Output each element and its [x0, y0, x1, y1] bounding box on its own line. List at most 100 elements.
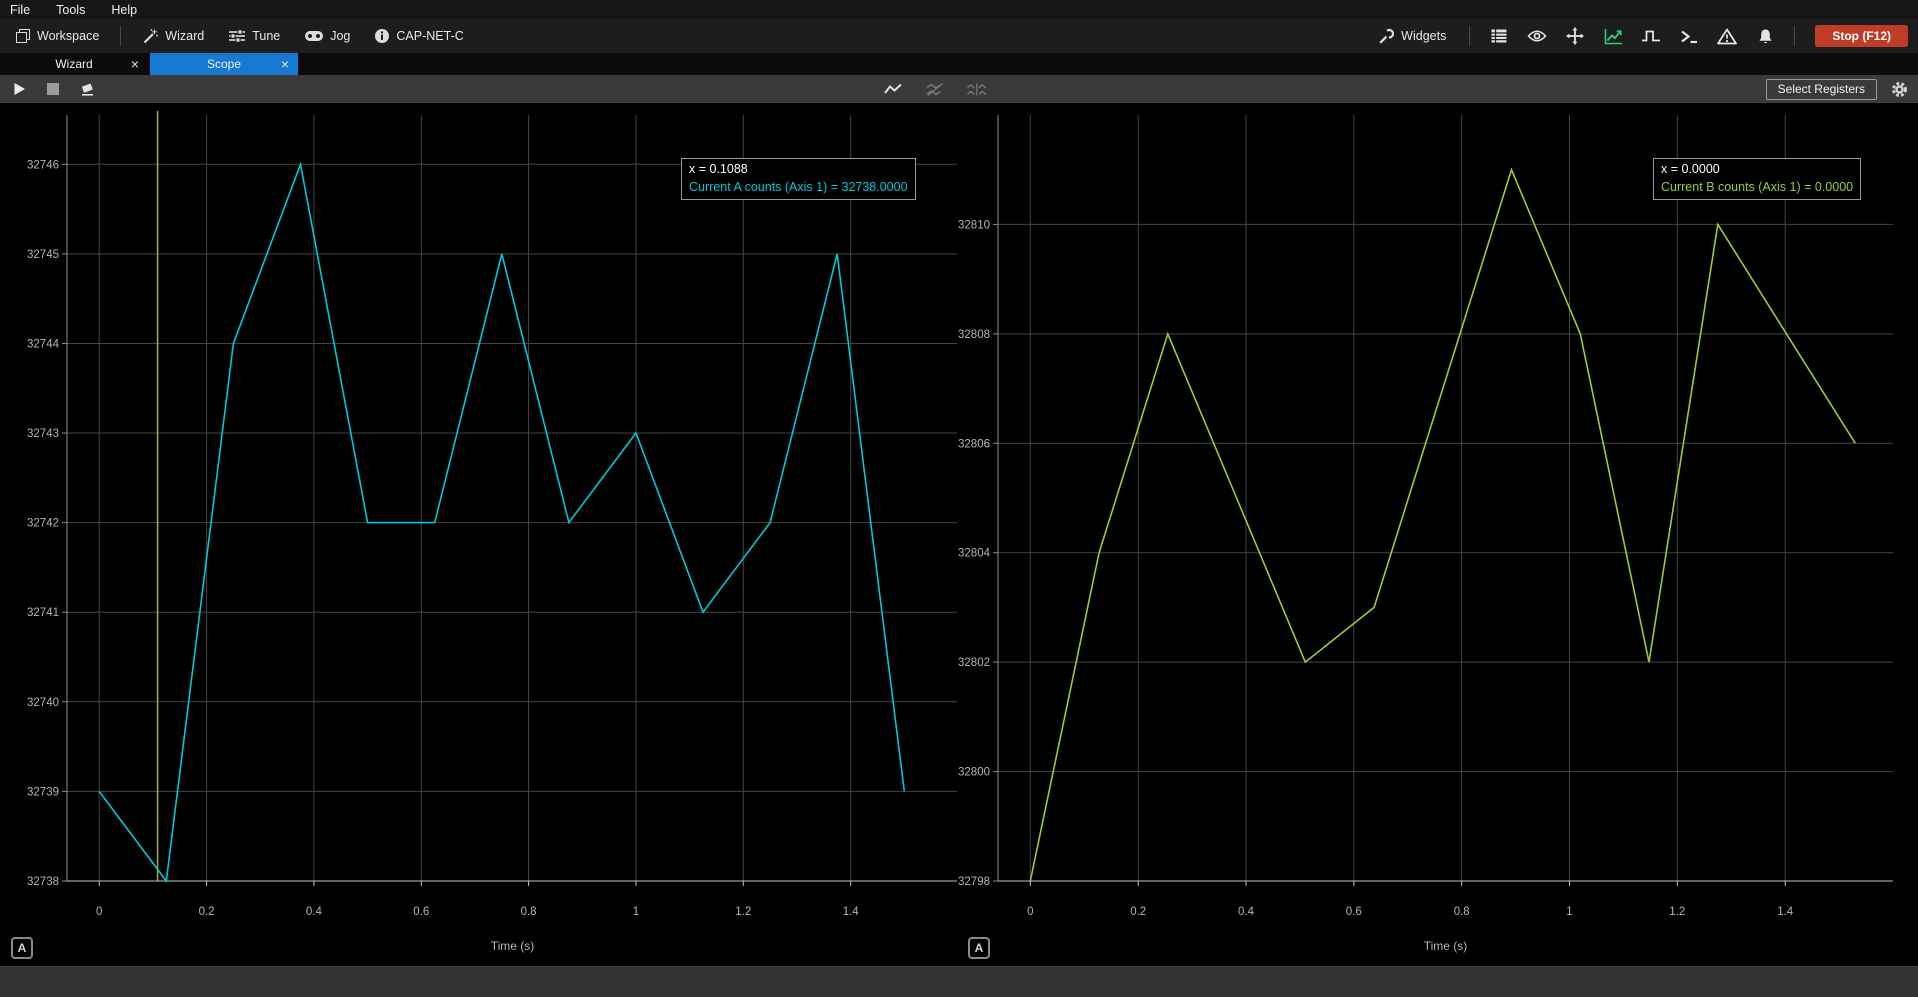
warning-triangle-icon [1717, 28, 1737, 45]
stop-button[interactable]: Stop (F12) [1815, 25, 1908, 47]
tooltip-x-value: x = 0.0000 [1661, 160, 1853, 178]
info-icon [374, 28, 390, 44]
y-tick-label: 32738 [27, 876, 59, 888]
eraser-icon [79, 81, 96, 97]
device-label: CAP-NET-C [396, 29, 463, 43]
chart-current-b[interactable]: 32798 32800 32802 32804 32806 32808 32810 0 0.2 0… [957, 103, 1918, 967]
tooltip-series-value: Current A counts (Axis 1) = 32738.0000 [689, 178, 908, 196]
tooltip-x-value: x = 0.1088 [689, 160, 908, 178]
menu-tools[interactable]: Tools [56, 3, 85, 17]
tune-button[interactable]: Tune [219, 24, 289, 48]
y-tick-label: 32742 [27, 518, 59, 530]
autoscale-button[interactable]: A [968, 937, 990, 959]
y-tick-label: 32800 [958, 767, 990, 779]
widgets-button[interactable]: Widgets [1369, 24, 1455, 49]
gear-icon [1891, 81, 1908, 98]
bell-icon [1757, 28, 1774, 45]
motion-button[interactable] [1560, 23, 1590, 49]
y-tick-label: 32798 [958, 876, 990, 888]
x-tick-label: 0.6 [413, 906, 429, 918]
x-tick-label: 1.2 [735, 906, 751, 918]
wizard-wand-icon [142, 28, 159, 45]
split-waves-icon [925, 82, 945, 97]
x-tick-label: 0 [96, 906, 102, 918]
chart-canvas[interactable]: 32738 32739 32740 32741 32742 32743 32744 32745… [0, 103, 957, 967]
x-tick-label: 1.4 [1777, 906, 1794, 918]
y-tick-label: 32743 [27, 428, 59, 440]
x-tick-label: 1.4 [843, 906, 860, 918]
x-tick-label: 1 [1566, 906, 1572, 918]
wizard-button[interactable]: Wizard [133, 24, 213, 49]
scope-play-button[interactable] [6, 77, 32, 101]
close-icon[interactable]: × [281, 57, 289, 71]
play-icon [13, 82, 26, 96]
menu-bar: File Tools Help [0, 0, 1918, 19]
scope-settings-button[interactable] [1886, 77, 1912, 101]
y-tick-label: 32802 [958, 657, 990, 669]
single-plot-view-button[interactable] [880, 77, 906, 101]
stop-square-icon [47, 83, 59, 95]
y-tick-label: 32810 [958, 219, 990, 231]
y-tick-label: 32739 [27, 786, 59, 798]
y-tick-label: 32804 [958, 548, 991, 560]
main-toolbar: Workspace Wizard Tune Jog [0, 19, 1918, 53]
scope-button-active[interactable] [1598, 23, 1628, 49]
x-tick-label: 0.4 [306, 906, 323, 918]
tune-label: Tune [252, 29, 280, 43]
x-tick-label: 0 [1027, 906, 1033, 918]
workspace-label: Workspace [37, 29, 99, 43]
autoscale-button[interactable]: A [11, 937, 33, 959]
device-button[interactable]: CAP-NET-C [365, 24, 472, 48]
tab-wizard[interactable]: Wizard × [0, 53, 148, 75]
tooltip-series-value: Current B counts (Axis 1) = 0.0000 [1661, 178, 1853, 196]
series-line [1030, 170, 1855, 881]
y-tick-label: 32740 [27, 697, 59, 709]
y-tick-label: 32744 [27, 339, 60, 351]
chart-current-a[interactable]: 32738 32739 32740 32741 32742 32743 32744 32745… [0, 103, 957, 967]
chart-canvas[interactable]: 32798 32800 32802 32804 32806 32808 32810 0 0.2 0… [957, 103, 1918, 967]
toolbar-separator [1469, 26, 1470, 46]
x-tick-label: 0.2 [1130, 906, 1146, 918]
x-tick-label: 0.6 [1346, 906, 1362, 918]
x-tick-label: 0.8 [1454, 906, 1470, 918]
y-tick-label: 32808 [958, 329, 990, 341]
console-button[interactable] [1674, 23, 1704, 49]
select-registers-button[interactable]: Select Registers [1766, 79, 1877, 100]
split-plot-view-button[interactable] [922, 77, 948, 101]
application-window: File Tools Help Workspace Wizard [0, 0, 1918, 997]
multi-waves-icon [966, 82, 988, 97]
faults-button[interactable] [1712, 23, 1742, 49]
watch-button[interactable] [1522, 23, 1552, 49]
wizard-label: Wizard [165, 29, 204, 43]
jog-gamepad-icon [304, 29, 324, 43]
line-view-icon [883, 82, 903, 97]
y-tick-label: 32745 [27, 249, 59, 261]
close-icon[interactable]: × [131, 57, 139, 71]
workspace-button[interactable]: Workspace [6, 24, 108, 48]
y-tick-label: 32741 [27, 607, 59, 619]
line-chart-icon [1604, 28, 1623, 45]
jog-button[interactable]: Jog [295, 25, 359, 47]
toolbar-separator [1794, 26, 1795, 46]
jog-label: Jog [330, 29, 350, 43]
workspace-icon [15, 28, 31, 44]
tab-scope[interactable]: Scope × [150, 53, 298, 75]
toolbar-separator [120, 26, 121, 46]
terminal-icon [1680, 29, 1699, 44]
notifications-button[interactable] [1750, 23, 1780, 49]
square-wave-icon [1641, 28, 1661, 44]
scope-clear-button[interactable] [74, 77, 100, 101]
menu-file[interactable]: File [10, 3, 30, 17]
scope-toolbar: Select Registers [0, 75, 1918, 103]
y-tick-label: 32806 [958, 438, 990, 450]
registers-table-button[interactable] [1484, 23, 1514, 49]
multi-plot-view-button[interactable] [964, 77, 990, 101]
y-tick-label: 32746 [27, 159, 59, 171]
scope-stop-button[interactable] [40, 77, 66, 101]
wrench-icon [1378, 28, 1395, 45]
widgets-label: Widgets [1401, 29, 1446, 43]
tab-bar: Wizard × Scope × [0, 53, 1918, 75]
tune-sliders-icon [228, 28, 246, 44]
signal-generator-button[interactable] [1636, 23, 1666, 49]
menu-help[interactable]: Help [111, 3, 137, 17]
